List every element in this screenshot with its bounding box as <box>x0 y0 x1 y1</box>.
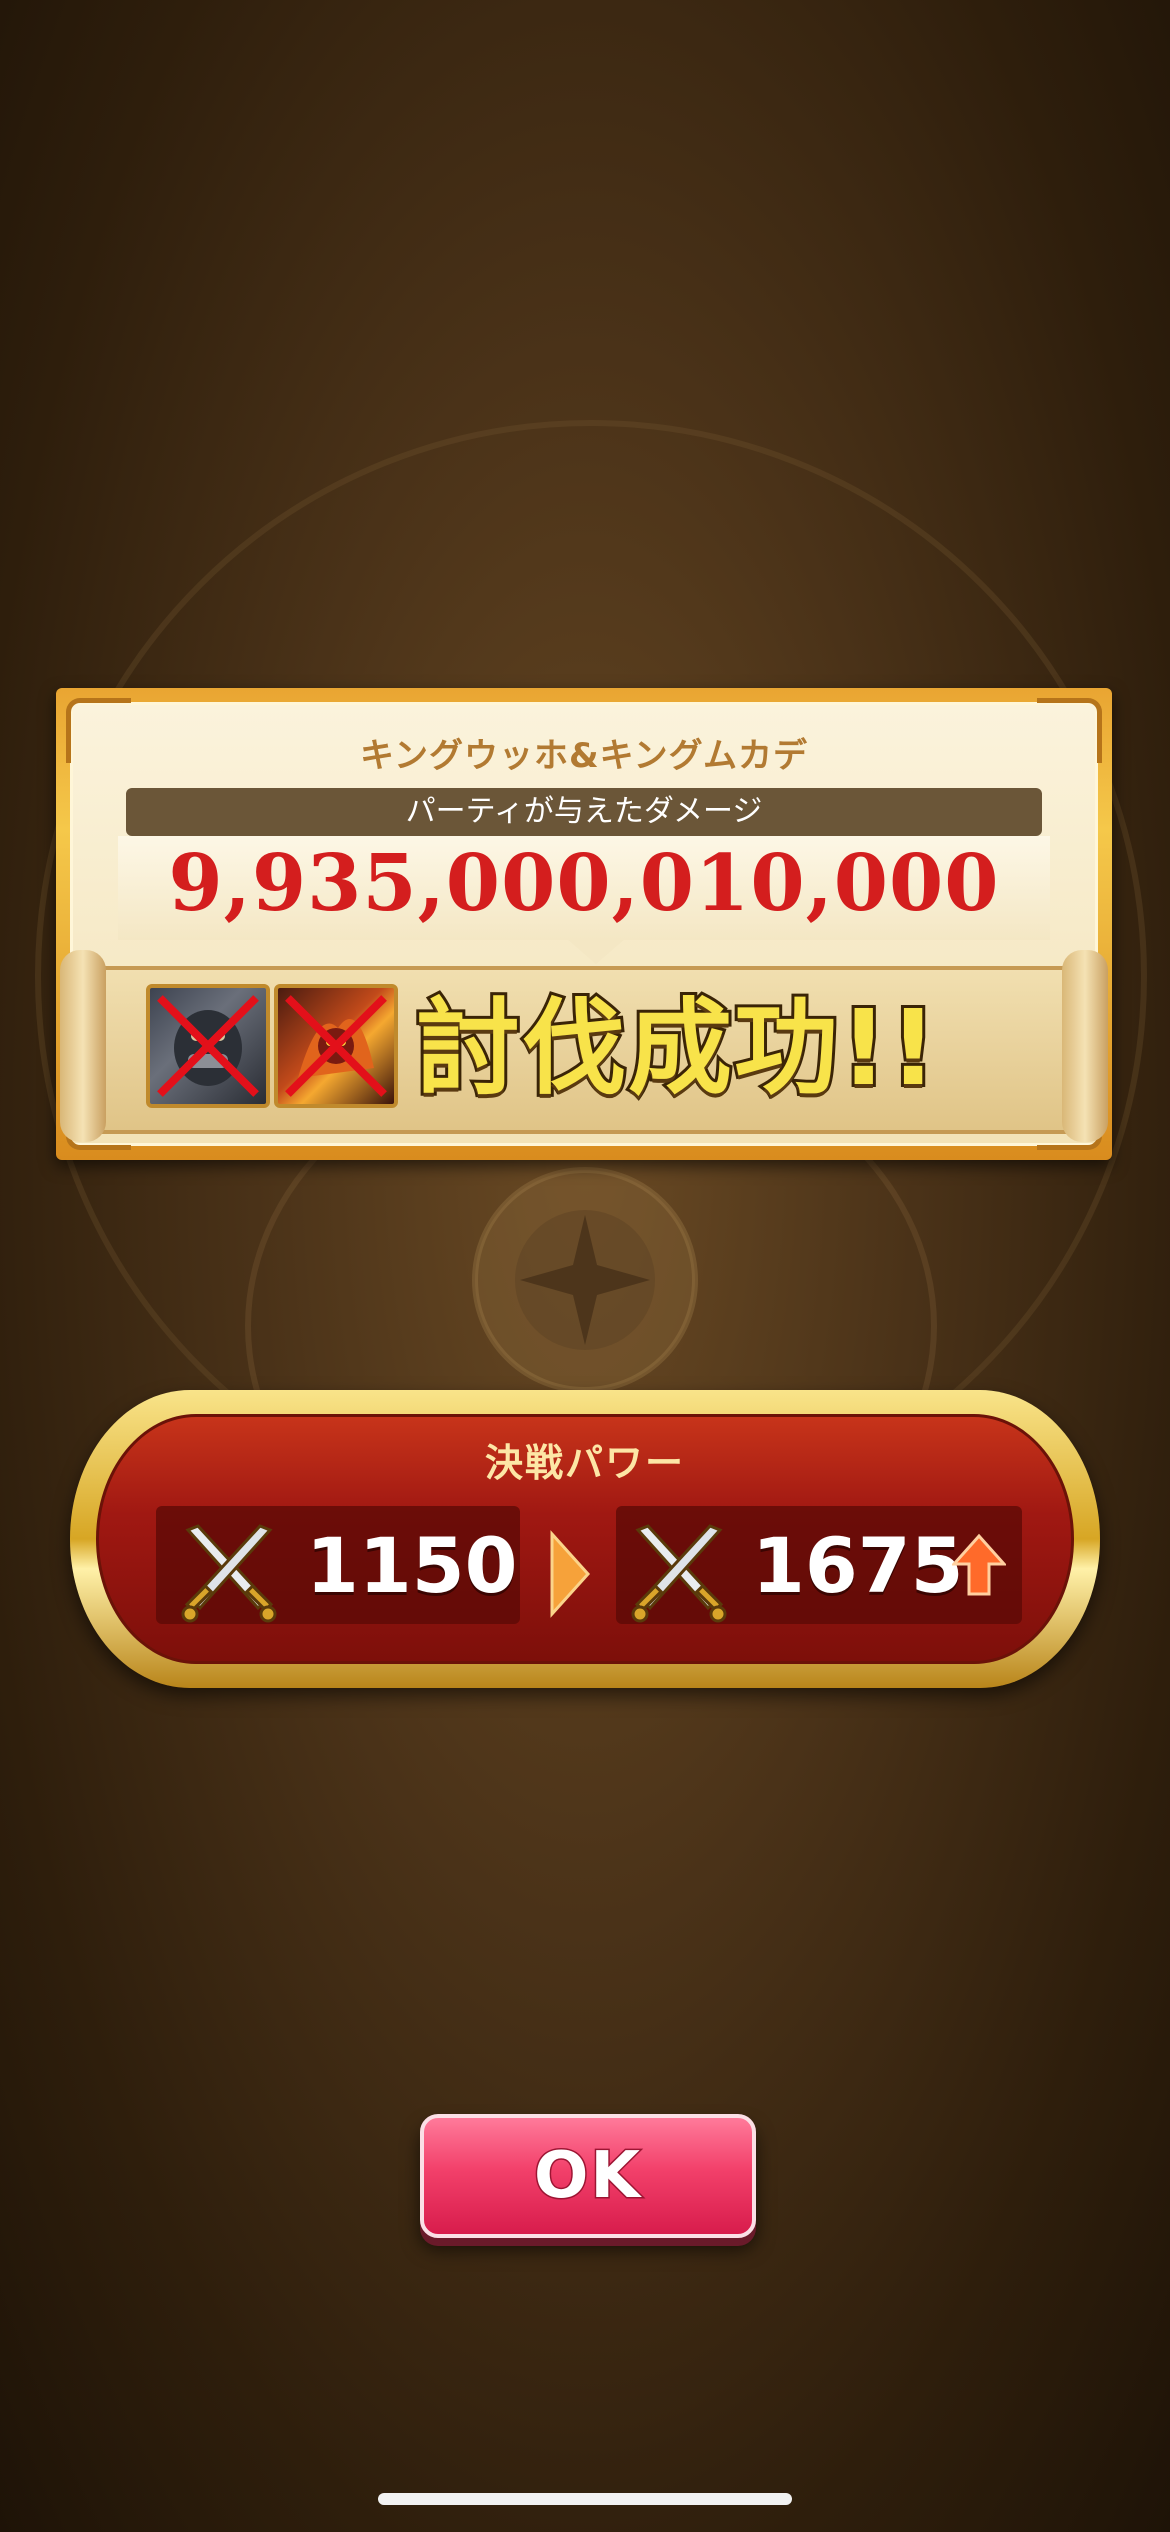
scroll-end-right <box>1062 950 1108 1142</box>
power-before-value: 1150 <box>306 1521 518 1610</box>
result-panel: キングウッホ&キングムカデ パーティが与えたダメージ 9,935,000,010… <box>56 688 1112 1160</box>
compass-emblem <box>472 1167 698 1393</box>
boss-name: キングウッホ&キングムカデ <box>360 736 808 776</box>
monster-portrait-2 <box>274 984 398 1108</box>
victory-text: 討伐成功!! <box>413 985 940 1111</box>
crossed-swords-icon <box>181 1524 277 1623</box>
up-arrow-icon <box>952 1533 1006 1596</box>
monster-portrait-1 <box>146 984 270 1108</box>
damage-box-pointer <box>566 938 626 964</box>
power-title: 決戦パワー <box>484 1441 685 1485</box>
damage-value: 9,935,000,010,000 <box>168 838 1000 929</box>
right-arrow-icon <box>550 1530 591 1618</box>
home-indicator[interactable] <box>378 2493 792 2505</box>
crossed-swords-icon <box>631 1524 727 1623</box>
ok-button[interactable]: OK <box>420 2114 756 2238</box>
battle-power-panel: 決戦パワー 1150 1675 <box>70 1390 1100 1688</box>
scroll-end-left <box>60 950 106 1142</box>
power-after-value: 1675 <box>752 1521 964 1610</box>
damage-label: パーティが与えたダメージ <box>126 788 1042 836</box>
